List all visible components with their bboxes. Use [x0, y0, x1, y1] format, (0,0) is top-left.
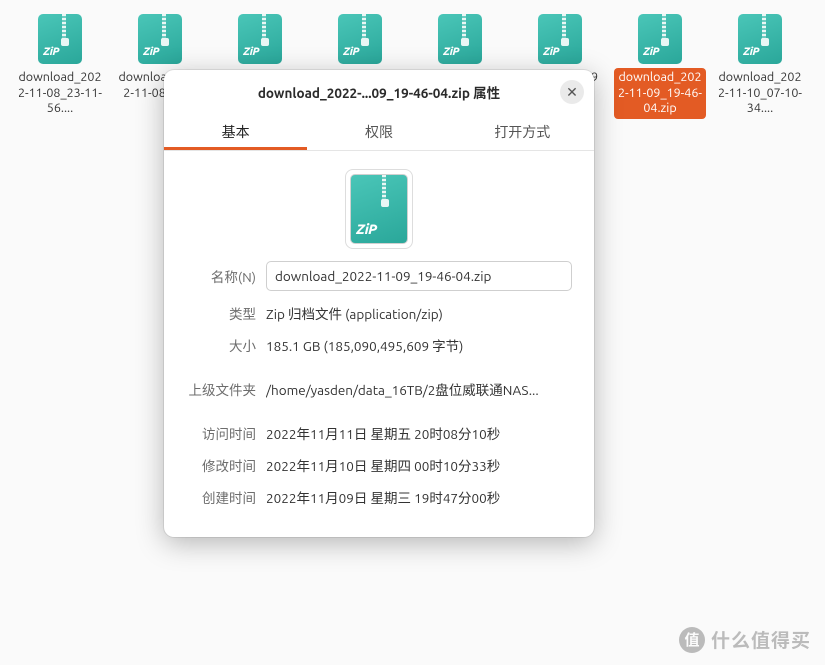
label-accessed: 访问时间 [186, 423, 266, 443]
dialog-title: download_2022-...09_19-46-04.zip 属性 [258, 82, 500, 102]
file-label: download_2022-11-08_23-11-56.... [14, 68, 106, 119]
row-parent: 上级文件夹 /home/yasden/data_16TB/2盘位威联通NAS..… [186, 379, 572, 399]
tab-basic[interactable]: 基本 [164, 114, 307, 150]
zip-icon: ZiP [38, 14, 82, 64]
file-item[interactable]: ZiPdownload_2022-11-09_19-46-04.zip [610, 10, 710, 123]
row-modified: 修改时间 2022年11月10日 星期四 00时10分33秒 [186, 455, 572, 475]
close-icon: ✕ [566, 84, 578, 101]
row-name: 名称(N) [186, 261, 572, 291]
zip-icon: ZiP [638, 14, 682, 64]
file-item[interactable]: ZiPdownload_2022-11-10_07-10-34.... [710, 10, 810, 123]
row-type: 类型 Zip 归档文件 (application/zip) [186, 303, 572, 323]
close-button[interactable]: ✕ [560, 80, 584, 104]
watermark-badge: 值 [679, 627, 705, 653]
dialog-header: download_2022-...09_19-46-04.zip 属性 ✕ [164, 70, 594, 114]
zip-icon: ZiP [338, 14, 382, 64]
zip-icon: ZiP [538, 14, 582, 64]
value-created: 2022年11月09日 星期三 19时47分00秒 [266, 487, 572, 507]
label-size: 大小 [186, 335, 266, 355]
properties-dialog: download_2022-...09_19-46-04.zip 属性 ✕ 基本… [164, 70, 594, 537]
label-parent: 上级文件夹 [186, 379, 266, 399]
file-type-icon-area: ZiP [186, 169, 572, 249]
row-created: 创建时间 2022年11月09日 星期三 19时47分00秒 [186, 487, 572, 507]
value-parent: /home/yasden/data_16TB/2盘位威联通NAS... [266, 379, 572, 399]
value-type: Zip 归档文件 (application/zip) [266, 303, 572, 323]
filename-input[interactable] [266, 261, 572, 291]
zip-icon: ZiP [438, 14, 482, 64]
label-type: 类型 [186, 303, 266, 323]
zip-icon: ZiP [350, 174, 408, 244]
watermark-text: 什么值得买 [711, 626, 811, 653]
dialog-body: ZiP 名称(N) 类型 Zip 归档文件 (application/zip) … [164, 151, 594, 537]
value-size: 185.1 GB (185,090,495,609 字节) [266, 335, 572, 355]
value-accessed: 2022年11月11日 星期五 20时08分10秒 [266, 423, 572, 443]
zip-icon: ZiP [138, 14, 182, 64]
label-name: 名称(N) [186, 266, 266, 286]
tab-permissions[interactable]: 权限 [307, 114, 450, 150]
watermark: 值 什么值得买 [679, 626, 811, 653]
label-created: 创建时间 [186, 487, 266, 507]
zip-icon: ZiP [238, 14, 282, 64]
row-accessed: 访问时间 2022年11月11日 星期五 20时08分10秒 [186, 423, 572, 443]
file-label: download_2022-11-09_19-46-04.zip [614, 68, 706, 119]
tab-open-with[interactable]: 打开方式 [451, 114, 594, 150]
value-modified: 2022年11月10日 星期四 00时10分33秒 [266, 455, 572, 475]
dialog-tabs: 基本 权限 打开方式 [164, 114, 594, 151]
file-item[interactable]: ZiPdownload_2022-11-08_23-11-56.... [10, 10, 110, 123]
label-modified: 修改时间 [186, 455, 266, 475]
file-label: download_2022-11-10_07-10-34.... [714, 68, 806, 119]
row-size: 大小 185.1 GB (185,090,495,609 字节) [186, 335, 572, 355]
zip-icon: ZiP [738, 14, 782, 64]
